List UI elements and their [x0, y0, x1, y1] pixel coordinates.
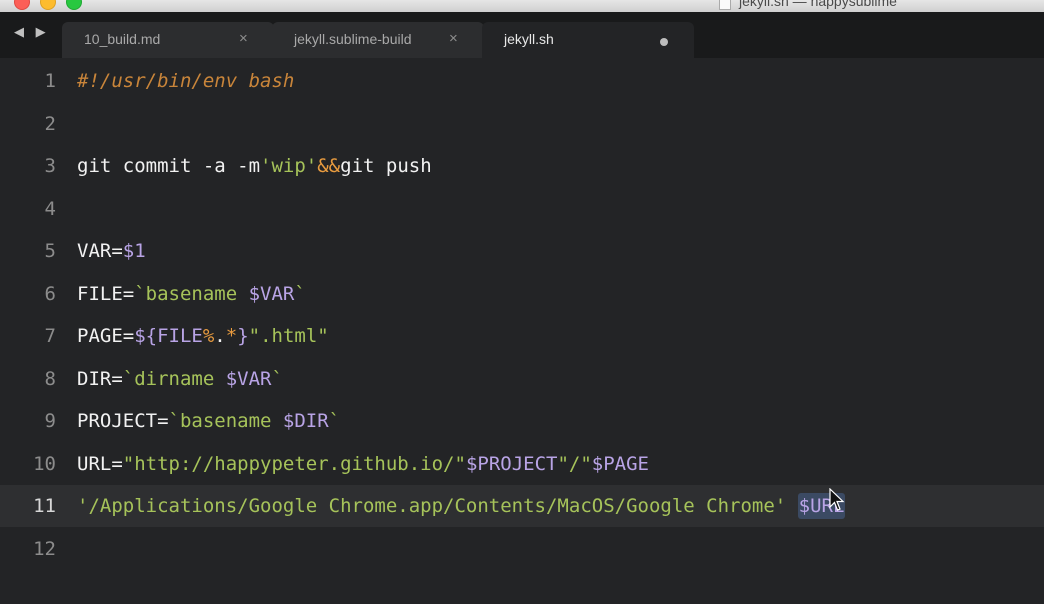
close-window-button[interactable]	[14, 0, 30, 10]
code-token: git push	[340, 155, 432, 177]
line-number: 7	[44, 325, 56, 347]
code-line[interactable]: 5 VAR=$1	[0, 230, 1044, 272]
back-arrow-icon[interactable]: ◀	[14, 24, 28, 39]
tab-bar: ◀ ▶ 10_build.md × jekyll.sublime-build ×…	[0, 12, 1044, 58]
close-tab-icon[interactable]: ×	[239, 30, 248, 48]
code-line[interactable]: 1 #!/usr/bin/env bash	[0, 60, 1044, 102]
code-text: FILE=`basename $VAR`	[77, 282, 306, 305]
code-line[interactable]: 9 PROJECT=`basename $DIR`	[0, 400, 1044, 442]
tab-10-build-md[interactable]: 10_build.md ×	[62, 22, 274, 58]
code-text: URL="http://happypeter.github.io/"$PROJE…	[77, 452, 649, 475]
mouse-pointer-icon	[829, 488, 845, 511]
line-number: 1	[44, 70, 56, 92]
unsaved-dot-icon[interactable]	[660, 38, 668, 46]
code-token: "http://happypeter.github.io/"	[122, 452, 466, 475]
code-token: &&	[317, 155, 341, 177]
code-token: $VAR	[225, 367, 272, 390]
line-number: 6	[44, 282, 56, 305]
code-token: ${FILE	[134, 325, 203, 347]
window-titlebar: jekyll.sh — happysublime	[0, 0, 1044, 12]
code-token: $PAGE	[591, 452, 649, 475]
tab-label: jekyll.sublime-build	[294, 31, 412, 47]
code-editor[interactable]: 1 #!/usr/bin/env bash 2 3 git commit -a -m'w…	[0, 58, 1044, 604]
forward-arrow-icon[interactable]: ▶	[36, 24, 50, 39]
code-token: $PROJECT	[465, 452, 558, 475]
code-text: #!/usr/bin/env bash	[77, 71, 294, 92]
line-number: 12	[33, 537, 56, 560]
code-token: `	[271, 367, 283, 390]
code-token: ".html"	[248, 325, 329, 347]
minimize-window-button[interactable]	[40, 0, 56, 10]
tab-jekyll-sh[interactable]: jekyll.sh	[482, 22, 694, 58]
code-token: }	[237, 325, 249, 347]
code-token: PROJECT=	[77, 410, 169, 432]
window-title: jekyll.sh — happysublime	[739, 0, 897, 9]
code-text: VAR=$1	[77, 241, 146, 262]
code-line[interactable]: 8 DIR=`dirname $VAR`	[0, 358, 1044, 400]
code-token: URL=	[77, 452, 123, 475]
line-number: 4	[44, 197, 56, 220]
code-token: #!/usr/bin/env bash	[77, 70, 295, 92]
code-token: %	[202, 325, 215, 347]
line-number: 2	[44, 112, 56, 135]
code-line[interactable]: 3 git commit -a -m'wip'&&git push	[0, 145, 1044, 187]
code-text: PAGE=${FILE%.*}".html"	[77, 326, 329, 347]
code-token: DIR=	[77, 367, 123, 390]
code-token: "/"	[557, 452, 592, 475]
line-number: 10	[33, 452, 56, 475]
tab-label: jekyll.sh	[504, 31, 554, 47]
code-token: `basename	[134, 282, 249, 305]
code-line[interactable]: 7 PAGE=${FILE%.*}".html"	[0, 315, 1044, 357]
code-token: $DIR	[282, 410, 329, 432]
line-number: 9	[44, 410, 56, 432]
line-number: 3	[44, 155, 56, 177]
code-text: PROJECT=`basename $DIR`	[77, 411, 340, 432]
code-token: '/Applications/Google Chrome.app/Content…	[77, 495, 787, 517]
code-token: FILE=	[77, 282, 135, 305]
code-token: *	[225, 325, 238, 347]
code-line[interactable]: 4	[0, 188, 1044, 230]
code-line[interactable]: 11 '/Applications/Google Chrome.app/Conte…	[0, 485, 1044, 527]
code-text: '/Applications/Google Chrome.app/Content…	[77, 493, 846, 519]
line-number: 5	[44, 240, 56, 262]
code-token: `	[328, 410, 341, 432]
code-token: `	[294, 282, 306, 305]
close-tab-icon[interactable]: ×	[449, 30, 458, 48]
code-token: PAGE=	[77, 325, 135, 347]
line-number: 11	[33, 495, 56, 517]
code-token: `dirname	[122, 367, 226, 390]
code-line[interactable]: 6 FILE=`basename $VAR`	[0, 273, 1044, 315]
code-token: $VAR	[248, 282, 295, 305]
line-number: 8	[44, 367, 56, 390]
code-token: VAR=	[77, 240, 123, 262]
tab-navigation: ◀ ▶	[14, 24, 50, 40]
code-line[interactable]: 12	[0, 528, 1044, 570]
code-token: `basename	[168, 410, 283, 432]
code-token: .	[214, 325, 226, 347]
document-icon	[719, 0, 731, 10]
zoom-window-button[interactable]	[66, 0, 82, 10]
code-text: DIR=`dirname $VAR`	[77, 367, 283, 390]
code-token: git commit -a -m	[77, 155, 261, 177]
code-line[interactable]: 2	[0, 103, 1044, 145]
tab-jekyll-sublime-build[interactable]: jekyll.sublime-build ×	[272, 22, 484, 58]
code-token: 'wip'	[260, 155, 318, 177]
code-token: $1	[122, 240, 146, 262]
code-line[interactable]: 10 URL="http://happypeter.github.io/"$PRO…	[0, 443, 1044, 485]
tab-label: 10_build.md	[84, 31, 161, 47]
code-text: git commit -a -m'wip'&&git push	[77, 156, 432, 177]
